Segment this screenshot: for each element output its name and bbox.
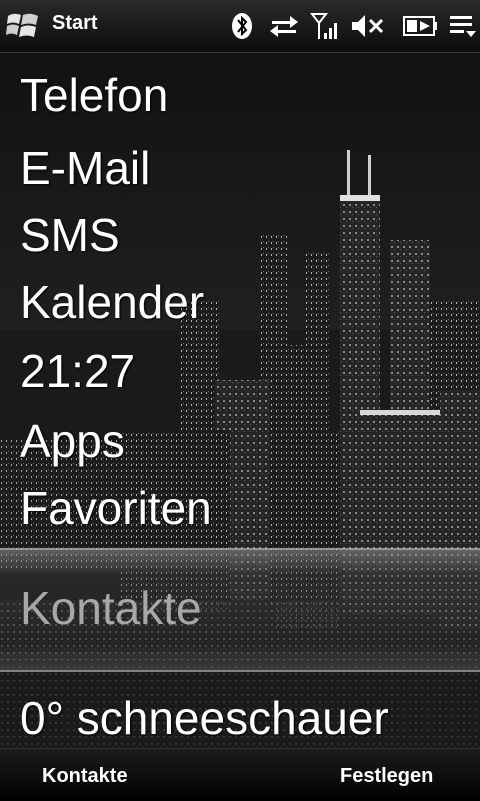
menu-item-sms[interactable]: SMS xyxy=(20,212,120,258)
data-sync-icon[interactable] xyxy=(268,11,300,41)
softkey-bar: Kontakte Festlegen xyxy=(0,748,480,801)
menu-item-clock[interactable]: 21:27 xyxy=(20,348,135,394)
bluetooth-icon[interactable] xyxy=(230,11,254,41)
signal-strength-icon[interactable] xyxy=(310,11,340,41)
menu-item-telefon[interactable]: Telefon xyxy=(20,72,168,118)
menu-item-weather[interactable]: 0° schneeschauer xyxy=(20,695,389,741)
menu-item-apps[interactable]: Apps xyxy=(20,418,125,464)
menu-dropdown-icon[interactable] xyxy=(448,11,478,41)
speaker-muted-icon[interactable] xyxy=(350,11,386,41)
status-bar: Start xyxy=(0,0,480,53)
menu-item-email[interactable]: E-Mail xyxy=(20,145,150,191)
menu-item-kalender[interactable]: Kalender xyxy=(20,279,204,325)
windows-logo-icon[interactable] xyxy=(6,10,40,40)
left-softkey-button[interactable]: Kontakte xyxy=(42,765,128,788)
start-title[interactable]: Start xyxy=(52,12,98,35)
menu-item-favoriten[interactable]: Favoriten xyxy=(20,485,212,531)
battery-icon[interactable] xyxy=(402,11,438,41)
menu-item-kontakte[interactable]: Kontakte xyxy=(20,585,202,631)
right-softkey-button[interactable]: Festlegen xyxy=(340,765,433,788)
